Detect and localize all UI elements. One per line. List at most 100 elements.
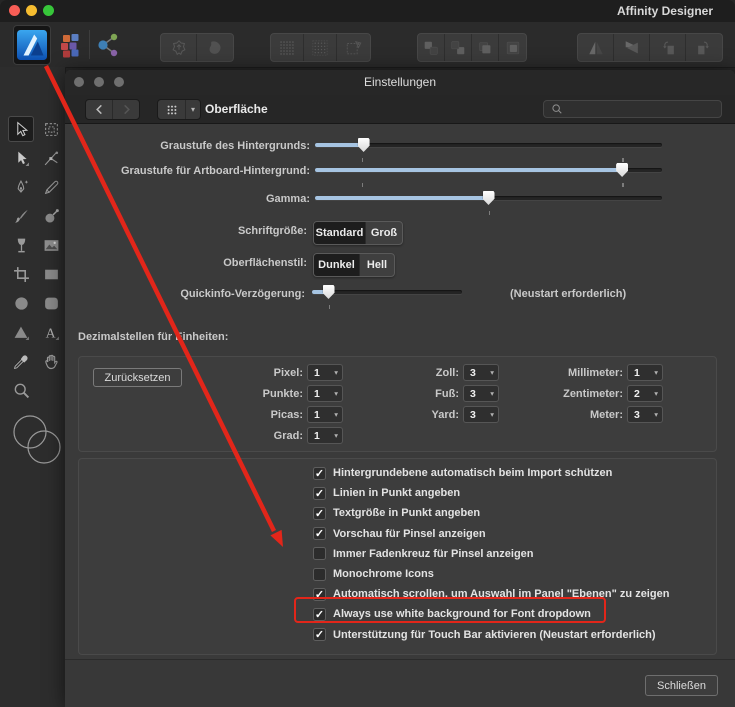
artistic-text-tool[interactable]: A [38,319,64,345]
pixel-persona-button[interactable] [57,31,85,59]
screen: Affinity Designer A Einstellungen ▾ Ober… [0,0,735,707]
unit-decimal-dropdown[interactable]: 1 ▾ [307,385,343,402]
unit-decimal-dropdown[interactable]: 1 ▾ [307,406,343,423]
toolbar-group [417,33,527,62]
slider-1[interactable] [315,135,662,162]
insert-behind-icon [206,39,224,57]
checkbox-unchecked[interactable] [313,567,326,581]
search-field[interactable] [543,100,722,118]
back-button[interactable] [86,100,113,119]
color-picker-tool[interactable] [8,348,34,374]
checkbox-row: ✓ Unterstützung für Touch Bar aktivieren … [313,627,656,643]
field-label: Graustufe für Artboard-Hintergrund: [120,165,310,177]
unit-label: Fuß: [435,388,459,400]
order-back-button[interactable] [418,34,445,61]
triangle-tool[interactable] [8,319,34,345]
zoom-window-button[interactable] [43,5,54,16]
fill-tool[interactable] [38,203,64,229]
slider-thumb[interactable] [322,285,335,299]
order-forward-button[interactable] [472,34,499,61]
font-size-option-gross[interactable]: Groß [366,222,402,244]
dropdown-arrow-icon: ▾ [490,389,494,398]
unit-decimal-dropdown[interactable]: 3 ▾ [463,406,499,423]
pixel-grid-button[interactable] [271,34,304,61]
slider-thumb[interactable] [482,191,495,205]
tooltip-delay-slider[interactable] [312,282,462,309]
move-tool[interactable] [8,116,34,142]
node-tool [13,150,30,167]
artboard-tool[interactable] [38,116,64,142]
checkbox-checked[interactable]: ✓ [313,587,326,601]
order-backward-button[interactable] [445,34,472,61]
checkbox-row: ✓ Automatisch scrollen, um Auswahl im Pan… [313,586,669,602]
checkbox-checked[interactable]: ✓ [313,506,326,520]
point-transform-tool[interactable] [38,145,64,171]
show-all-preferences-button[interactable]: ▾ [157,99,201,120]
ui-style-option-hell[interactable]: Hell [360,254,394,276]
slider-thumb[interactable] [616,163,629,177]
slider-track [315,168,662,172]
checkbox-row: ✓ Hintergrundebene automatisch beim Impor… [313,465,612,481]
zoom-tool[interactable] [8,377,34,403]
slider-thumb[interactable] [357,138,370,152]
pixel-grid-fine-button[interactable] [304,34,337,61]
close-dialog-button[interactable]: Schließen [645,675,718,696]
node-tool[interactable] [8,145,34,171]
options-box: ✓ Hintergrundebene automatisch beim Impor… [78,458,717,655]
slider-3[interactable] [315,188,662,215]
vector-brush-tool [13,208,30,225]
pencil-tool[interactable] [38,174,64,200]
dialog-minimize-button[interactable] [94,77,104,87]
unit-decimal-dropdown[interactable]: 2 ▾ [627,385,663,402]
unit-decimal-dropdown[interactable]: 1 ▾ [307,427,343,444]
rotate-cw-button[interactable] [686,34,722,61]
rectangle-tool[interactable] [38,261,64,287]
rounded-rectangle-tool[interactable] [38,290,64,316]
export-persona-button[interactable] [94,31,122,59]
checkbox-row: ✓ Always use white background for Font dr… [313,606,591,622]
pen-tool[interactable] [8,174,34,200]
ui-style-segmented: Dunkel Hell [313,253,395,277]
ui-style-option-dunkel[interactable]: Dunkel [314,254,360,276]
flip-vertical-button[interactable] [614,34,650,61]
dropdown-value: 1 [634,366,640,379]
checkbox-checked[interactable]: ✓ [313,486,326,500]
unit-decimal-dropdown[interactable]: 1 ▾ [307,364,343,381]
checkbox-checked[interactable]: ✓ [313,628,326,642]
unit-decimal-dropdown[interactable]: 3 ▾ [463,385,499,402]
checkbox-checked[interactable]: ✓ [313,527,326,541]
font-size-option-standard[interactable]: Standard [314,222,366,244]
dialog-close-button[interactable] [74,77,84,87]
place-image-tool[interactable] [38,232,64,258]
snap-bounds-button[interactable] [337,34,370,61]
unit-decimal-dropdown[interactable]: 3 ▾ [463,364,499,381]
checkbox-checked[interactable]: ✓ [313,607,326,621]
rotate-ccw-button[interactable] [650,34,686,61]
flip-horizontal-button[interactable] [578,34,614,61]
checkbox-checked[interactable]: ✓ [313,466,326,480]
close-window-button[interactable] [9,5,20,16]
vector-brush-tool[interactable] [8,203,34,229]
crop-tool[interactable] [8,261,34,287]
crop-tool [13,266,30,283]
slider-2[interactable] [315,160,662,187]
reset-button[interactable]: Zurücksetzen [93,368,182,387]
order-forward-icon [476,39,494,57]
affinity-designer-logo-button[interactable] [13,25,51,65]
checkbox-unchecked[interactable] [313,547,326,561]
insert-behind-button[interactable] [197,34,233,61]
dialog-zoom-button[interactable] [114,77,124,87]
pixel-grid-fine-icon [311,39,329,57]
transparency-tool[interactable] [8,232,34,258]
fill-stroke-color-indicator[interactable] [6,407,62,473]
minimize-window-button[interactable] [26,5,37,16]
unit-decimal-dropdown[interactable]: 3 ▾ [627,406,663,423]
unit-label: Picas: [270,409,303,421]
ellipse-tool[interactable] [8,290,34,316]
forward-button[interactable] [113,100,139,119]
unit-decimal-dropdown[interactable]: 1 ▾ [627,364,663,381]
view-tool[interactable] [38,348,64,374]
order-front-button[interactable] [499,34,526,61]
insert-inside-button[interactable] [161,34,197,61]
search-input[interactable] [567,102,701,116]
